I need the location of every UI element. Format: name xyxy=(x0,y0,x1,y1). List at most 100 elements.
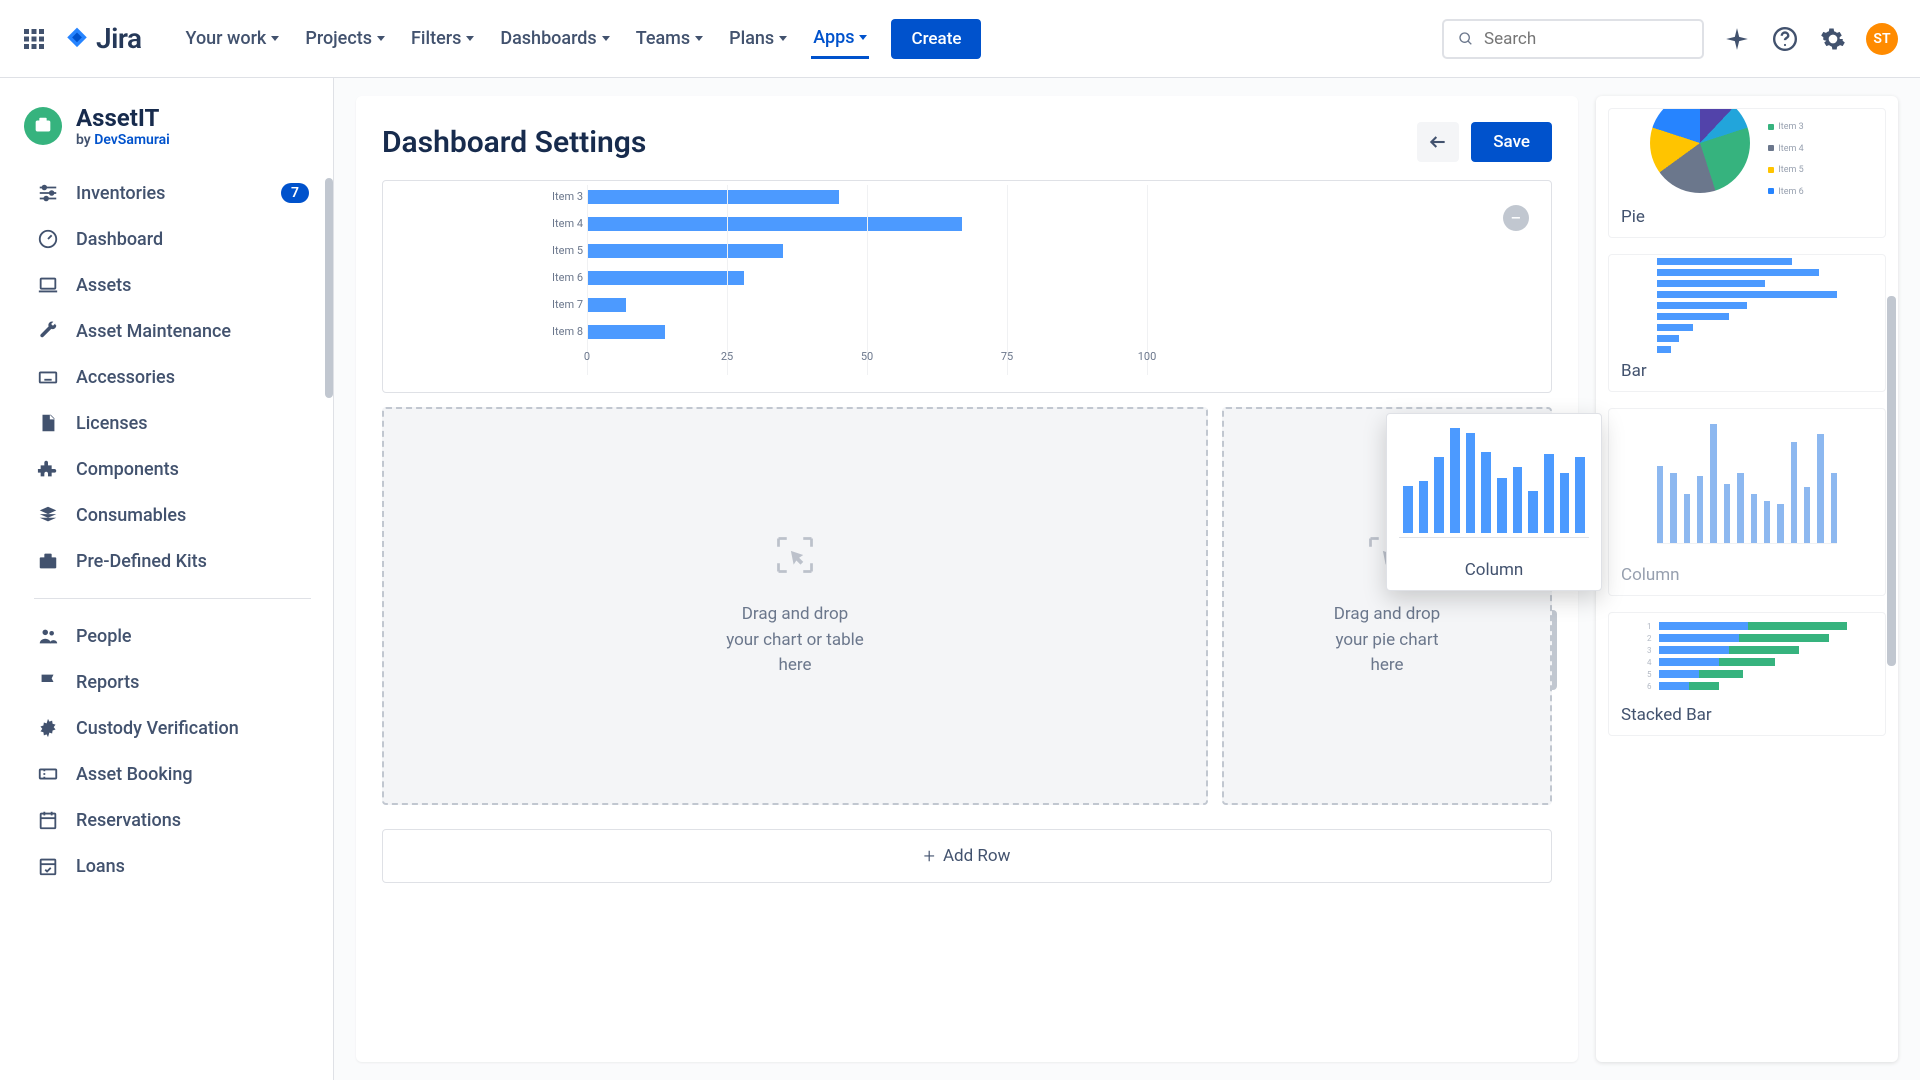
sidebar-item-label: Components xyxy=(76,459,179,480)
add-row-button[interactable]: + Add Row xyxy=(382,829,1552,883)
sidebar-item-label: Asset Maintenance xyxy=(76,321,231,342)
nav-dashboards[interactable]: Dashboards xyxy=(498,19,611,59)
remove-widget-button[interactable]: − xyxy=(1503,205,1529,231)
sidebar: AssetIT by DevSamurai Inventories 7 Dash… xyxy=(0,78,334,1080)
drop-text: Drag and drop your chart or table here xyxy=(726,602,864,679)
chevron-down-icon xyxy=(271,36,279,41)
app-byline: by DevSamurai xyxy=(76,132,170,148)
sidebar-item-label: Dashboard xyxy=(76,229,163,250)
widget-palette: Item 3 Item 4 Item 5 Item 6 Pie xyxy=(1596,96,1898,1062)
scrollbar-thumb[interactable] xyxy=(1887,296,1896,666)
nav-projects[interactable]: Projects xyxy=(303,19,387,59)
header-right: ST xyxy=(1442,19,1898,59)
primary-nav: Your work Projects Filters Dashboards Te… xyxy=(184,19,1424,59)
dashboard-canvas: − Item 3Item 4Item 5Item 6Item 7Item 802… xyxy=(382,180,1552,1036)
widget-option-pie[interactable]: Item 3 Item 4 Item 5 Item 6 Pie xyxy=(1608,108,1886,238)
sliders-icon xyxy=(36,181,60,205)
sidebar-item-assets[interactable]: Assets xyxy=(24,262,321,308)
brand-text: Jira xyxy=(96,22,142,55)
puzzle-icon xyxy=(36,457,60,481)
settings-icon[interactable] xyxy=(1818,24,1848,54)
people-icon xyxy=(36,624,60,648)
nav-teams[interactable]: Teams xyxy=(634,19,705,59)
nav-plans[interactable]: Plans xyxy=(727,19,789,59)
bar-chart-widget[interactable]: − Item 3Item 4Item 5Item 6Item 7Item 802… xyxy=(382,180,1552,393)
column-preview-icon xyxy=(1657,424,1837,544)
nav-your-work[interactable]: Your work xyxy=(184,19,282,59)
chevron-down-icon xyxy=(602,36,610,41)
nav-apps[interactable]: Apps xyxy=(811,19,869,59)
sidebar-item-label: Assets xyxy=(76,275,131,296)
bar-chart: Item 3Item 4Item 5Item 6Item 7Item 80255… xyxy=(587,185,1147,368)
sidebar-item-loans[interactable]: Loans xyxy=(24,843,321,889)
plus-icon: + xyxy=(924,844,935,868)
save-button[interactable]: Save xyxy=(1471,122,1552,162)
back-button[interactable] xyxy=(1417,122,1459,162)
sidebar-item-accessories[interactable]: Accessories xyxy=(24,354,321,400)
widget-option-stacked-bar[interactable]: 1 2 3 4 5 6 Stacked Bar xyxy=(1608,612,1886,736)
global-header: Jira Your work Projects Filters Dashboar… xyxy=(0,0,1920,78)
sidebar-item-label: People xyxy=(76,626,132,647)
sidebar-item-label: Custody Verification xyxy=(76,718,239,739)
arrow-left-icon xyxy=(1428,132,1448,152)
laptop-icon xyxy=(36,273,60,297)
drag-ghost-column-widget[interactable]: Column xyxy=(1386,413,1602,591)
drop-placeholder-icon xyxy=(773,533,817,582)
sidebar-item-label: Consumables xyxy=(76,505,186,526)
sidebar-item-maintenance[interactable]: Asset Maintenance xyxy=(24,308,321,354)
sidebar-item-inventories[interactable]: Inventories 7 xyxy=(24,170,321,216)
search-input[interactable] xyxy=(1484,29,1688,49)
search-icon xyxy=(1458,30,1474,48)
app-name: AssetIT xyxy=(76,104,170,132)
jira-logo[interactable]: Jira xyxy=(64,22,142,55)
sidebar-item-consumables[interactable]: Consumables xyxy=(24,492,321,538)
drop-zone-pie[interactable]: Drag and drop your pie chart here Column xyxy=(1222,407,1552,805)
drop-zone-chart[interactable]: Drag and drop your chart or table here xyxy=(382,407,1208,805)
bar-preview-icon xyxy=(1657,255,1837,355)
ticket-icon xyxy=(36,762,60,786)
pie-preview-icon xyxy=(1650,109,1750,193)
wrench-icon xyxy=(36,319,60,343)
layers-icon xyxy=(36,503,60,527)
sidebar-item-people[interactable]: People xyxy=(24,613,321,659)
toolbox-icon xyxy=(36,549,60,573)
create-button[interactable]: Create xyxy=(891,19,981,59)
widget-option-bar[interactable]: Bar xyxy=(1608,254,1886,392)
drop-row: Drag and drop your chart or table here D… xyxy=(382,407,1552,805)
sidebar-item-label: Reservations xyxy=(76,810,181,831)
jira-mark-icon xyxy=(64,26,90,52)
sidebar-item-dashboard[interactable]: Dashboard xyxy=(24,216,321,262)
widget-label: Stacked Bar xyxy=(1609,699,1885,735)
gauge-icon xyxy=(36,227,60,251)
widget-label: Pie xyxy=(1609,201,1885,237)
notifications-icon[interactable] xyxy=(1722,24,1752,54)
sidebar-item-reservations[interactable]: Reservations xyxy=(24,797,321,843)
widget-option-column[interactable]: Column xyxy=(1608,408,1886,596)
sidebar-item-licenses[interactable]: Licenses xyxy=(24,400,321,446)
column-preview-icon xyxy=(1399,428,1589,538)
widget-label: Bar xyxy=(1609,355,1885,391)
vendor-link[interactable]: DevSamurai xyxy=(94,132,170,148)
sidebar-item-label: Loans xyxy=(76,856,125,877)
flag-icon xyxy=(36,670,60,694)
chevron-down-icon xyxy=(695,36,703,41)
sidebar-divider xyxy=(34,598,311,599)
document-icon xyxy=(36,411,60,435)
user-avatar[interactable]: ST xyxy=(1866,23,1898,55)
sidebar-item-reports[interactable]: Reports xyxy=(24,659,321,705)
sidebar-item-kits[interactable]: Pre-Defined Kits xyxy=(24,538,321,584)
help-icon[interactable] xyxy=(1770,24,1800,54)
sidebar-item-booking[interactable]: Asset Booking xyxy=(24,751,321,797)
scrollbar-thumb[interactable] xyxy=(325,178,333,398)
sidebar-item-components[interactable]: Components xyxy=(24,446,321,492)
chevron-down-icon xyxy=(779,36,787,41)
drag-ghost-label: Column xyxy=(1399,560,1589,580)
nav-filters[interactable]: Filters xyxy=(409,19,476,59)
sidebar-item-custody[interactable]: Custody Verification xyxy=(24,705,321,751)
widget-label: Column xyxy=(1609,559,1885,595)
app-header: AssetIT by DevSamurai xyxy=(24,104,321,148)
chevron-down-icon xyxy=(377,36,385,41)
chevron-down-icon xyxy=(859,35,867,40)
search-box[interactable] xyxy=(1442,19,1704,59)
app-switcher-icon[interactable] xyxy=(22,27,46,51)
